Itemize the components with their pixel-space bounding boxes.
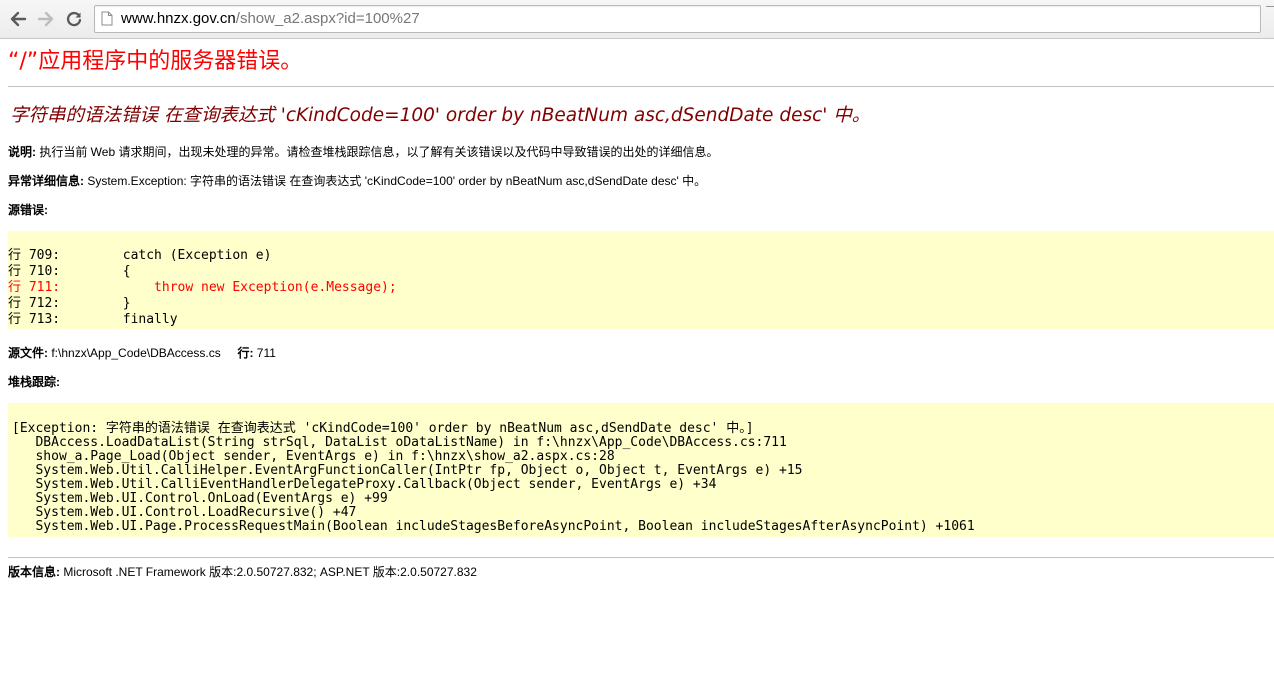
description-label: 说明: [8,145,36,159]
stack-trace-label: 堆栈跟踪: [8,375,60,389]
reload-icon [66,11,82,27]
source-error-label: 源错误: [8,203,48,217]
forward-button[interactable] [34,7,58,31]
divider-top [8,86,1274,87]
description-row: 说明: 执行当前 Web 请求期间，出现未处理的异常。请检查堆栈跟踪信息，以了解… [8,145,718,160]
source-error-heading: 源错误: [8,203,48,218]
source-file-label: 源文件: [8,346,48,360]
exception-details-text: System.Exception: 字符串的语法错误 在查询表达式 'cKind… [87,174,707,188]
stack-trace-box: [Exception: 字符串的语法错误 在查询表达式 'cKindCode=1… [8,403,1274,537]
source-line: 行 713: finally [8,312,178,327]
source-line: 行 710: { [8,264,131,279]
source-line-error: 行 711: throw new Exception(e.Message); [8,280,397,295]
page-icon [101,11,113,26]
source-file-path: f:\hnzx\App_Code\DBAccess.cs [51,346,221,360]
source-code-box: 行 709: catch (Exception e) 行 710: {行 711:… [8,231,1274,329]
stack-line: System.Web.Util.CalliEventHandlerDelegat… [12,477,717,492]
exception-details-row: 异常详细信息: System.Exception: 字符串的语法错误 在查询表达… [8,174,706,189]
divider-bottom [8,557,1274,558]
stack-line: System.Web.Util.CalliHelper.EventArgFunc… [12,463,803,478]
stack-line: System.Web.UI.Control.LoadRecursive() +4… [12,505,357,520]
stack-line: show_a.Page_Load(Object sender, EventArg… [12,449,615,464]
source-line: 行 712: } [8,296,131,311]
exception-details-label: 异常详细信息: [8,174,84,188]
source-line: 行 709: catch (Exception e) [8,248,272,263]
stack-line: [Exception: 字符串的语法错误 在查询表达式 'cKindCode=1… [12,421,754,436]
stack-line: System.Web.UI.Page.ProcessRequestMain(Bo… [12,519,975,534]
url-text[interactable]: www.hnzx.gov.cn/show_a2.aspx?id=100%27 [121,10,420,28]
server-error-title: “/”应用程序中的服务器错误。 [8,49,303,74]
browser-toolbar: www.hnzx.gov.cn/show_a2.aspx?id=100%27 [0,0,1274,39]
url-path: /show_a2.aspx?id=100%27 [235,10,420,27]
version-text: Microsoft .NET Framework 版本:2.0.50727.83… [63,565,477,579]
source-line-number: 711 [256,346,276,360]
forward-arrow-icon [37,11,54,27]
source-line-label: 行: [237,346,254,360]
url-host: www.hnzx.gov.cn [121,10,236,27]
stack-trace-heading: 堆栈跟踪: [8,375,60,390]
back-button[interactable] [6,7,30,31]
reload-button[interactable] [62,7,86,31]
description-text: 执行当前 Web 请求期间，出现未处理的异常。请检查堆栈跟踪信息，以了解有关该错… [39,145,719,159]
address-bar[interactable]: www.hnzx.gov.cn/show_a2.aspx?id=100%27 [94,5,1261,33]
version-info-row: 版本信息: Microsoft .NET Framework 版本:2.0.50… [8,565,477,580]
error-message: 字符串的语法错误 在查询表达式 'cKindCode=100' order by… [10,105,871,126]
version-label: 版本信息: [8,565,60,579]
stack-line: System.Web.UI.Control.OnLoad(EventArgs e… [12,491,388,506]
menu-edge [1266,0,1274,7]
source-file-row: 源文件: f:\hnzx\App_Code\DBAccess.cs 行: 711 [8,346,276,361]
stack-line: DBAccess.LoadDataList(String strSql, Dat… [12,435,787,450]
back-arrow-icon [10,11,27,27]
